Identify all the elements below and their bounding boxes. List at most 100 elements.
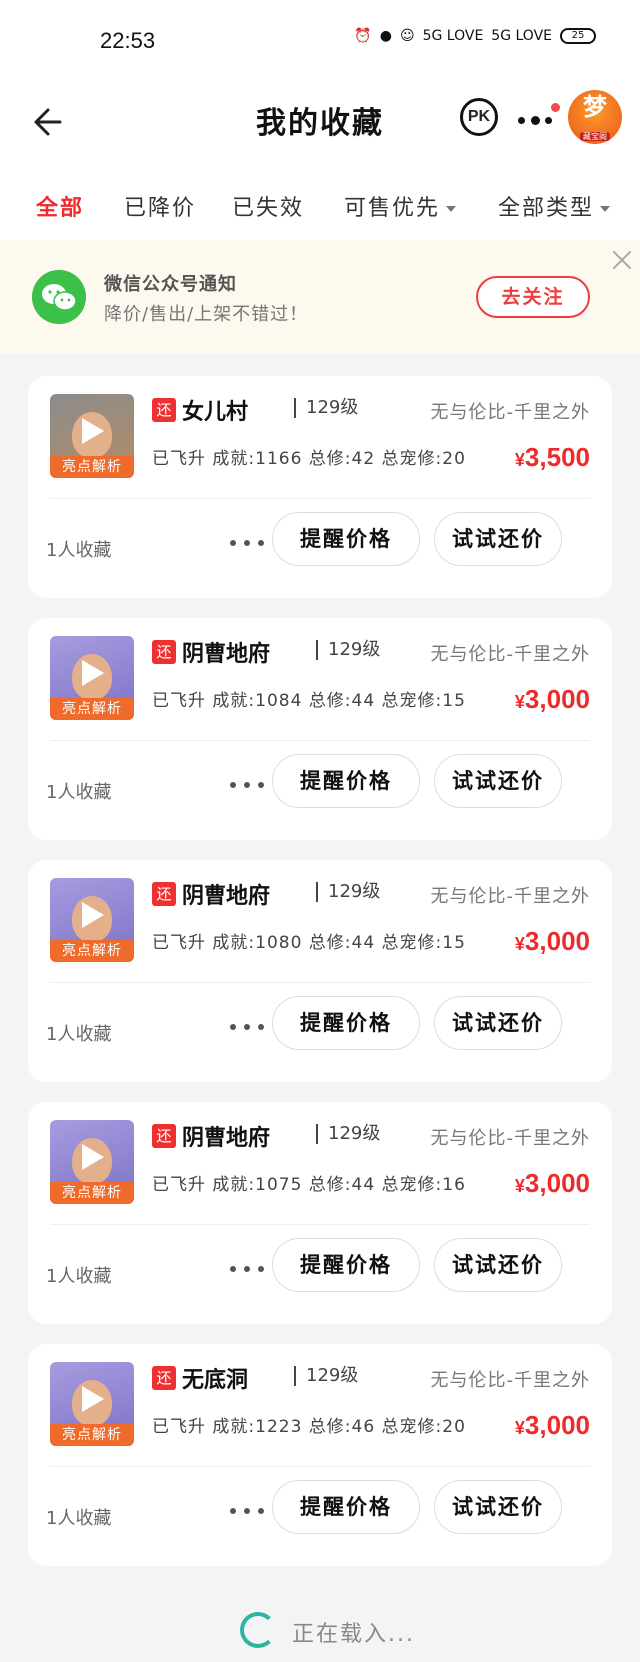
counter-offer-button[interactable]: 试试还价 bbox=[434, 754, 562, 808]
listing-server: 无与伦比-千里之外 bbox=[430, 402, 590, 423]
price-value: 3,500 bbox=[524, 442, 590, 472]
loading-indicator: 正在载入... bbox=[0, 1604, 640, 1654]
listing-price: ¥3,000 bbox=[515, 1168, 590, 1199]
top-nav: 我的收藏 PK 梦 藏宝阁 bbox=[0, 86, 640, 162]
notice-subtitle: 降价/售出/上架不错过！ bbox=[104, 304, 309, 325]
listing-card[interactable]: 亮点解析 还 无底洞 129级 无与伦比-千里之外 已飞升 成就:1223 总修… bbox=[28, 1344, 612, 1566]
favorite-count: 1人收藏 bbox=[46, 1508, 112, 1529]
remind-price-button[interactable]: 提醒价格 bbox=[272, 512, 420, 566]
remind-price-button[interactable]: 提醒价格 bbox=[272, 996, 420, 1050]
more-options-icon[interactable] bbox=[230, 1024, 270, 1032]
listing-server: 无与伦比-千里之外 bbox=[430, 1370, 590, 1391]
listing-price: ¥3,000 bbox=[515, 926, 590, 957]
price-value: 3,000 bbox=[524, 1410, 590, 1440]
listing-name: 无底洞 bbox=[182, 1368, 249, 1393]
price-value: 3,000 bbox=[524, 1168, 590, 1198]
counter-offer-button[interactable]: 试试还价 bbox=[434, 1238, 562, 1292]
listing-thumbnail[interactable]: 亮点解析 bbox=[50, 1120, 134, 1204]
battery-icon: 25 bbox=[560, 28, 596, 44]
remind-price-button[interactable]: 提醒价格 bbox=[272, 1480, 420, 1534]
listing-card[interactable]: 亮点解析 还 阴曹地府 129级 无与伦比-千里之外 已飞升 成就:1084 总… bbox=[28, 618, 612, 840]
notice-title: 微信公众号通知 bbox=[104, 274, 237, 295]
counter-offer-button[interactable]: 试试还价 bbox=[434, 512, 562, 566]
currency-symbol: ¥ bbox=[514, 1176, 525, 1196]
listing-level: 129级 bbox=[294, 398, 358, 418]
status-time: 22:53 bbox=[100, 28, 156, 53]
wechat-notice-banner: 微信公众号通知 降价/售出/上架不错过！ 去关注 bbox=[0, 240, 640, 354]
favorite-count: 1人收藏 bbox=[46, 782, 112, 803]
listing-name: 女儿村 bbox=[182, 400, 249, 425]
play-icon bbox=[82, 1144, 104, 1170]
highlight-tag: 亮点解析 bbox=[50, 940, 134, 962]
listing-thumbnail[interactable]: 亮点解析 bbox=[50, 878, 134, 962]
remind-price-button[interactable]: 提醒价格 bbox=[272, 754, 420, 808]
divider bbox=[50, 1224, 590, 1225]
counter-offer-badge: 还 bbox=[152, 1124, 176, 1148]
listing-stats: 已飞升 成就:1080 总修:44 总宠修:15 bbox=[152, 933, 466, 953]
tab-expired[interactable]: 已失效 bbox=[232, 190, 304, 222]
alarm-icon: ⏰ bbox=[354, 28, 372, 44]
status-bar: 22:53 ⏰ ● ☺ 5G LOVE 5G LOVE 25 bbox=[0, 0, 640, 86]
tab-all-types[interactable]: 全部类型 bbox=[498, 190, 611, 222]
listing-price: ¥3,000 bbox=[515, 684, 590, 715]
listing-thumbnail[interactable]: 亮点解析 bbox=[50, 394, 134, 478]
notification-icon: ☺ bbox=[399, 28, 415, 44]
listing-name: 阴曹地府 bbox=[182, 884, 271, 909]
listing-thumbnail[interactable]: 亮点解析 bbox=[50, 636, 134, 720]
listing-card[interactable]: 亮点解析 还 女儿村 129级 无与伦比-千里之外 已飞升 成就:1166 总修… bbox=[28, 376, 612, 598]
more-icon[interactable] bbox=[515, 100, 560, 136]
listing-card[interactable]: 亮点解析 还 阴曹地府 129级 无与伦比-千里之外 已飞升 成就:1080 总… bbox=[28, 860, 612, 1082]
notification-dot bbox=[551, 103, 560, 112]
remind-price-button[interactable]: 提醒价格 bbox=[272, 1238, 420, 1292]
listing-stats: 已飞升 成就:1223 总修:46 总宠修:20 bbox=[152, 1417, 466, 1437]
listing-level: 129级 bbox=[316, 882, 380, 902]
listing-price: ¥3,000 bbox=[515, 1410, 590, 1441]
more-options-icon[interactable] bbox=[230, 782, 270, 790]
price-value: 3,000 bbox=[524, 684, 590, 714]
pk-icon[interactable]: PK bbox=[460, 98, 498, 136]
more-options-icon[interactable] bbox=[230, 540, 270, 548]
currency-symbol: ¥ bbox=[514, 450, 525, 470]
favorite-count: 1人收藏 bbox=[46, 1024, 112, 1045]
listing-name: 阴曹地府 bbox=[182, 642, 271, 667]
filter-tabs: 全部 已降价 已失效 可售优先 全部类型 bbox=[0, 162, 640, 240]
listing-server: 无与伦比-千里之外 bbox=[430, 886, 590, 907]
location-icon: ● bbox=[379, 28, 392, 44]
divider bbox=[50, 740, 590, 741]
signal-2: 5G LOVE bbox=[491, 28, 552, 44]
currency-symbol: ¥ bbox=[514, 692, 525, 712]
listing-card[interactable]: 亮点解析 还 阴曹地府 129级 无与伦比-千里之外 已飞升 成就:1075 总… bbox=[28, 1102, 612, 1324]
listing-thumbnail[interactable]: 亮点解析 bbox=[50, 1362, 134, 1446]
chevron-down-icon bbox=[446, 206, 457, 212]
counter-offer-button[interactable]: 试试还价 bbox=[434, 1480, 562, 1534]
price-value: 3,000 bbox=[524, 926, 590, 956]
signal-1: 5G LOVE bbox=[422, 28, 484, 44]
counter-offer-badge: 还 bbox=[152, 882, 176, 906]
highlight-tag: 亮点解析 bbox=[50, 698, 134, 720]
listing-level: 129级 bbox=[316, 640, 380, 660]
listing-server: 无与伦比-千里之外 bbox=[430, 644, 590, 665]
tab-price-dropped[interactable]: 已降价 bbox=[124, 190, 196, 222]
play-icon bbox=[82, 902, 104, 928]
tab-all[interactable]: 全部 bbox=[36, 190, 84, 222]
close-icon[interactable] bbox=[610, 248, 634, 272]
listing-level: 129级 bbox=[294, 1366, 358, 1386]
favorite-count: 1人收藏 bbox=[46, 1266, 112, 1287]
status-icons: ⏰ ● ☺ 5G LOVE 5G LOVE 25 bbox=[354, 28, 596, 44]
more-options-icon[interactable] bbox=[230, 1508, 270, 1516]
highlight-tag: 亮点解析 bbox=[50, 1182, 134, 1204]
avatar[interactable]: 梦 藏宝阁 bbox=[568, 90, 622, 144]
loading-text: 正在载入... bbox=[292, 1622, 415, 1647]
counter-offer-button[interactable]: 试试还价 bbox=[434, 996, 562, 1050]
listing-server: 无与伦比-千里之外 bbox=[430, 1128, 590, 1149]
counter-offer-badge: 还 bbox=[152, 640, 176, 664]
follow-button[interactable]: 去关注 bbox=[476, 276, 590, 318]
tab-sellable-first[interactable]: 可售优先 bbox=[344, 190, 457, 222]
more-options-icon[interactable] bbox=[230, 1266, 270, 1274]
divider bbox=[50, 498, 590, 499]
currency-symbol: ¥ bbox=[514, 1418, 525, 1438]
chevron-down-icon bbox=[600, 206, 611, 212]
currency-symbol: ¥ bbox=[514, 934, 525, 954]
listing-name: 阴曹地府 bbox=[182, 1126, 271, 1151]
wechat-icon bbox=[32, 270, 86, 324]
